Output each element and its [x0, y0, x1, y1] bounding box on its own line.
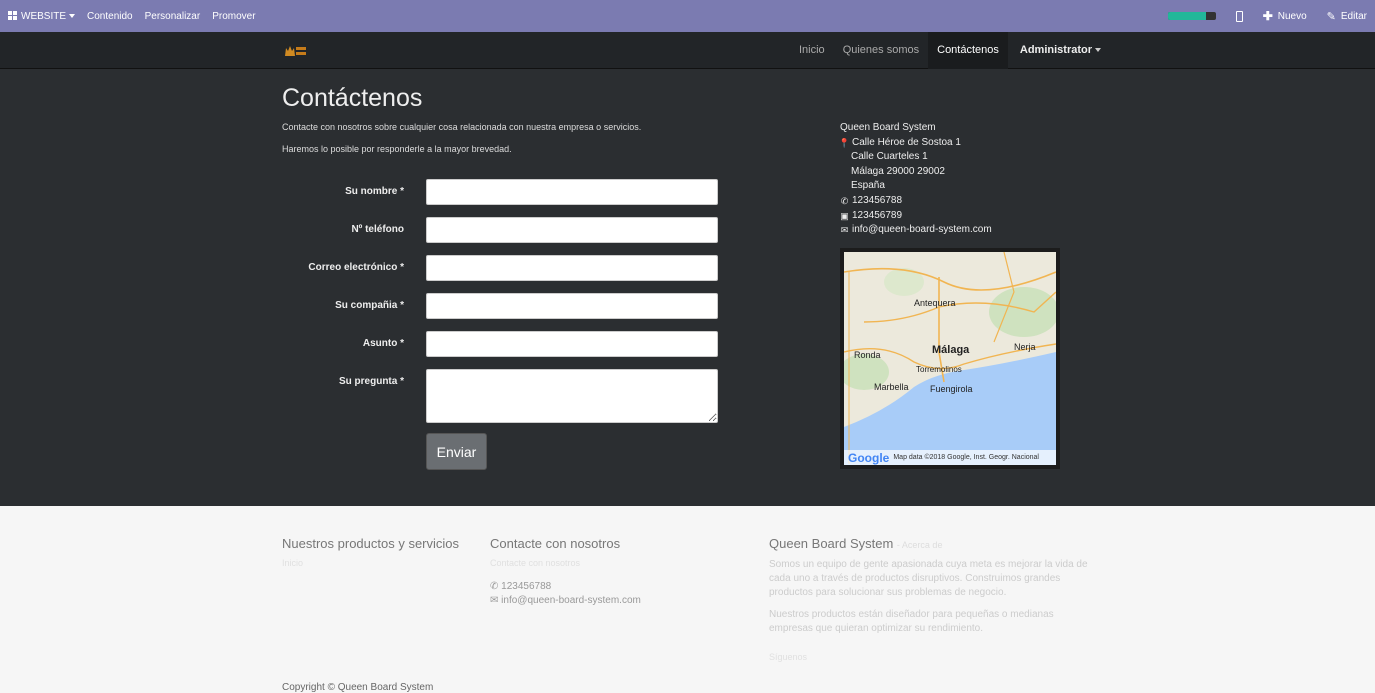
- company-address: Queen Board System 📍 Calle Héroe de Sosto…: [838, 121, 992, 238]
- pencil-icon: ✎: [1326, 10, 1336, 23]
- page-title: Contáctenos: [282, 84, 423, 112]
- footer-phone: ✆ 123456788: [490, 580, 551, 594]
- intro-text-1: Contacte con nosotros sobre cualquier co…: [282, 122, 642, 132]
- map-credit: Map data ©2018 Google, Inst. Geogr. Naci…: [893, 454, 1039, 461]
- new-label: Nuevo: [1277, 10, 1307, 22]
- question-textarea[interactable]: [426, 369, 718, 423]
- map-footer: Google Map data ©2018 Google, Inst. Geog…: [844, 450, 1056, 465]
- progress-bar[interactable]: [1167, 12, 1216, 20]
- footer-phone-value: 123456788: [501, 581, 552, 592]
- email-label: Correo electrónico *: [308, 262, 404, 273]
- map-marker-icon: 📍: [838, 137, 851, 148]
- footer-contact-title: Contacte con nosotros: [490, 536, 621, 551]
- website-label: WEBSITE: [21, 10, 67, 22]
- company-label: Su compañia *: [335, 300, 404, 311]
- plus-icon: ✚: [1262, 9, 1273, 23]
- name-input[interactable]: [426, 179, 718, 205]
- footer-products-title: Nuestros productos y servicios: [282, 536, 460, 551]
- map-label-antequera: Antequera: [914, 298, 956, 308]
- footer-email-value: info@queen-board-system.com: [501, 595, 641, 606]
- subject-label: Asunto *: [362, 338, 404, 349]
- nav-administrator[interactable]: Administrator: [1008, 32, 1113, 69]
- nav-contactenos[interactable]: Contáctenos: [928, 32, 1008, 69]
- address-email[interactable]: info@queen-board-system.com: [852, 223, 992, 238]
- menu-personalizar[interactable]: Personalizar: [145, 11, 201, 22]
- footer-about-company: Queen Board System: [769, 536, 894, 551]
- edit-button[interactable]: ✎ Editar: [1327, 10, 1367, 23]
- fax-icon: ▣: [840, 210, 849, 221]
- company-input[interactable]: [426, 293, 718, 319]
- contact-section: Contáctenos Contacte con nosotros sobre …: [0, 69, 1375, 506]
- email-input[interactable]: [426, 255, 718, 281]
- google-logo: Google: [848, 450, 890, 465]
- map-label-fuengirola: Fuengirola: [930, 384, 973, 394]
- website-menu[interactable]: WEBSITE: [8, 10, 76, 22]
- caret-down-icon: [1095, 48, 1102, 53]
- footer-about-suffix[interactable]: - Acerca de: [897, 540, 943, 550]
- submit-button[interactable]: Enviar: [426, 433, 487, 470]
- site-logo[interactable]: [283, 43, 307, 57]
- admin-bar: WEBSITE Contenido Personalizar Promover …: [0, 0, 1375, 32]
- progress-fill: [1167, 12, 1207, 20]
- footer-about-p1: Somos un equipo de gente apasionada cuya…: [769, 559, 1088, 598]
- map-label-torremolinos: Torremolinos: [916, 365, 962, 374]
- question-label: Su pregunta *: [338, 376, 404, 387]
- edit-label: Editar: [1340, 10, 1367, 22]
- map-label-nerja: Nerja: [1014, 342, 1036, 352]
- footer-social[interactable]: Síguenos: [769, 652, 807, 662]
- caret-down-icon: [69, 13, 76, 18]
- address-street-2: Calle Cuarteles 1: [851, 151, 928, 163]
- address-street-1: Calle Héroe de Sostoa 1: [852, 136, 961, 148]
- company-name: Queen Board System: [840, 122, 936, 133]
- name-label: Su nombre *: [345, 186, 404, 197]
- map-label-malaga: Málaga: [932, 344, 970, 356]
- location-map[interactable]: Antequera Málaga Nerja Ronda Torremolino…: [840, 248, 1060, 469]
- nav-administrator-label: Administrator: [1019, 44, 1093, 56]
- grid-icon: [8, 11, 17, 21]
- nav-inicio[interactable]: Inicio: [790, 32, 834, 69]
- phone-icon: ✆: [490, 581, 499, 592]
- mobile-preview-icon[interactable]: [1235, 10, 1243, 22]
- site-footer: Nuestros productos y servicios Inicio Co…: [0, 506, 1375, 693]
- map-label-ronda: Ronda: [854, 350, 881, 360]
- address-city: Málaga 29000 29002: [851, 165, 945, 177]
- phone-icon: ✆: [840, 195, 849, 206]
- nav-quienes-somos[interactable]: Quienes somos: [834, 32, 928, 69]
- copyright: Copyright © Queen Board System: [282, 682, 434, 693]
- footer-email[interactable]: ✉ info@queen-board-system.com: [490, 594, 641, 608]
- menu-promover[interactable]: Promover: [212, 11, 255, 22]
- footer-contact-link[interactable]: Contacte con nosotros: [490, 558, 580, 568]
- address-fax: 123456789: [852, 209, 903, 221]
- site-navbar: Inicio Quienes somos Contáctenos Adminis…: [0, 32, 1375, 69]
- address-country: España: [851, 180, 885, 192]
- phone-input[interactable]: [426, 217, 718, 243]
- map-label-marbella: Marbella: [874, 382, 909, 392]
- new-button[interactable]: ✚ Nuevo: [1263, 9, 1307, 23]
- footer-about-p2: Nuestros productos están diseñador para …: [769, 609, 1054, 634]
- intro-text-2: Haremos lo posible por responderle a la …: [282, 144, 512, 154]
- envelope-icon: ✉: [490, 595, 499, 606]
- phone-label: Nº teléfono: [351, 224, 404, 235]
- envelope-icon: ✉: [840, 225, 849, 236]
- address-phone: 123456788: [852, 194, 903, 206]
- footer-about-title: Queen Board System - Acerca de: [769, 536, 942, 551]
- footer-products-link[interactable]: Inicio: [282, 558, 303, 568]
- menu-contenido[interactable]: Contenido: [87, 11, 133, 22]
- subject-input[interactable]: [426, 331, 718, 357]
